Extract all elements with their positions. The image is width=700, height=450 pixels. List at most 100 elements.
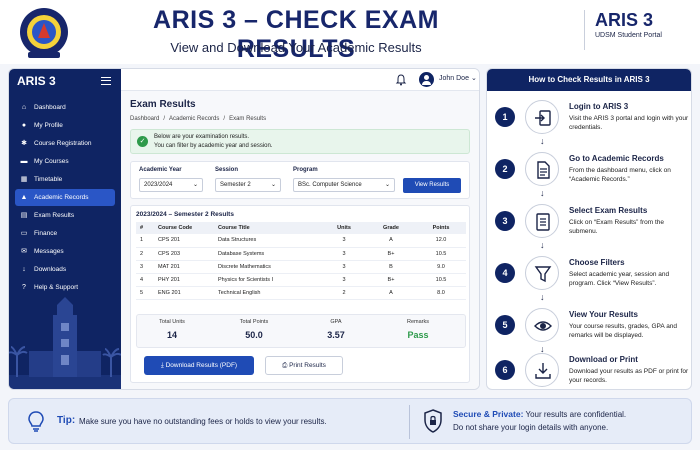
table-row: 4 PHY 201 Physics for Scientists I 3 B+ 10.5 xyxy=(136,273,466,287)
document-icon: ▤ xyxy=(20,211,28,219)
login-icon xyxy=(525,100,559,134)
column-header: Units xyxy=(322,222,366,234)
table-cell: Technical English xyxy=(214,286,322,300)
download-results-button[interactable]: ⤓ Download Results (PDF) xyxy=(144,356,254,375)
sidebar-item-label: Finance xyxy=(34,230,58,237)
sidebar-item-academic-records[interactable]: ▲ Academic Records xyxy=(15,189,115,206)
sidebar-item-dashboard[interactable]: ⌂ Dashboard xyxy=(15,99,115,116)
table-cell: 5 xyxy=(136,286,154,300)
download-icon xyxy=(525,353,559,387)
sidebar-title: ARIS 3 xyxy=(17,74,56,88)
bell-icon[interactable] xyxy=(395,74,407,86)
filter-icon xyxy=(525,256,559,290)
content-title: Exam Results xyxy=(130,99,196,110)
step-item: 3 Select Exam Results Click on “Exam Res… xyxy=(487,203,691,247)
table-cell: Data Structures xyxy=(214,234,322,248)
print-results-button[interactable]: ⎙ Print Results xyxy=(265,356,343,375)
session-select[interactable]: Semester 2 ⌄ xyxy=(215,178,281,192)
sidebar-item-exam-results[interactable]: ▤ Exam Results xyxy=(15,207,115,224)
table-cell: 1 xyxy=(136,234,154,248)
table-cell: 3 xyxy=(322,234,366,248)
summary-label: Total Units xyxy=(159,319,185,325)
summary-label: Remarks xyxy=(406,319,429,325)
table-cell: 3 xyxy=(136,260,154,274)
results-title: 2023/2024 – Semester 2 Results xyxy=(136,211,234,218)
step-title: Go to Academic Records xyxy=(569,154,664,163)
table-cell: 9.0 xyxy=(416,260,466,274)
sidebar: ARIS 3 ⌂ Dashboard ● My Profile ✱ Course Re… xyxy=(9,69,121,389)
step-number: 3 xyxy=(495,211,515,231)
table-cell: Database Systems xyxy=(214,247,322,261)
top-bar: John Doe ⌄ xyxy=(121,69,479,91)
hamburger-menu-icon[interactable] xyxy=(101,77,111,85)
step-description: Visit the ARIS 3 portal and login with y… xyxy=(569,115,689,131)
summary-remarks: Remarks Pass xyxy=(383,319,453,340)
arrow-down-icon: ↓ xyxy=(540,188,545,198)
sidebar-item-finance[interactable]: ▭ Finance xyxy=(15,225,115,242)
table-cell: A xyxy=(366,234,416,248)
sidebar-item-my-profile[interactable]: ● My Profile xyxy=(15,117,115,134)
university-logo xyxy=(20,8,68,58)
check-circle-icon: ✓ xyxy=(137,136,148,147)
step-title: View Your Results xyxy=(569,310,638,319)
brand-name: ARIS 3 xyxy=(595,10,654,30)
info-alert: ✓ Below are your examination results. Yo… xyxy=(130,129,470,154)
user-name[interactable]: John Doe xyxy=(439,75,469,82)
column-header: Course Code xyxy=(154,222,214,234)
sidebar-item-label: My Courses xyxy=(34,158,69,165)
table-cell: 3 xyxy=(322,273,366,287)
table-cell: B xyxy=(366,260,416,274)
step-number: 4 xyxy=(495,263,515,283)
table-header-row: # Course Code Course Title Units Grade P… xyxy=(136,222,466,234)
summary-total-units: Total Units 14 xyxy=(137,319,207,340)
step-number: 1 xyxy=(495,107,515,127)
tip-label: Tip: xyxy=(57,415,76,426)
avatar[interactable] xyxy=(419,72,434,87)
table-cell: 4 xyxy=(136,273,154,287)
step-title: Login to ARIS 3 xyxy=(569,102,629,111)
select-value: Semester 2 xyxy=(220,182,251,188)
user-icon: ● xyxy=(21,121,27,129)
results-card: 2023/2024 – Semester 2 Results # Course … xyxy=(130,205,470,383)
sidebar-item-my-courses[interactable]: ▬ My Courses xyxy=(15,153,115,170)
calendar-icon: ▦ xyxy=(20,175,28,183)
view-results-button[interactable]: View Results xyxy=(403,178,461,193)
results-summary: Total Units 14 Total Points 50.0 GPA 3.57 R… xyxy=(136,314,466,348)
table-cell: Physics for Scientists I xyxy=(214,273,322,287)
step-description: Click on “Exam Results” from the submenu… xyxy=(569,219,664,235)
table-cell: ENG 201 xyxy=(154,286,214,300)
table-cell: 12.0 xyxy=(416,234,466,248)
select-value: 2023/2024 xyxy=(144,182,173,188)
summary-value: 3.57 xyxy=(327,330,345,340)
sidebar-item-downloads[interactable]: ↓ Downloads xyxy=(15,261,115,278)
chevron-down-icon: ⌄ xyxy=(270,182,276,188)
sidebar-item-label: Course Registration xyxy=(34,140,92,147)
chevron-down-icon[interactable]: ⌄ xyxy=(471,74,477,82)
table-cell: 10.5 xyxy=(416,273,466,287)
step-description: From the dashboard menu, click on “Acade… xyxy=(569,167,671,183)
table-cell: 2 xyxy=(136,247,154,261)
filter-panel: Academic Year 2023/2024 ⌄ Session Semeste… xyxy=(130,161,470,199)
academic-year-select[interactable]: 2023/2024 ⌄ xyxy=(139,178,203,192)
brand-block: ARIS 3 UDSM Student Portal xyxy=(584,10,694,50)
program-select[interactable]: BSc. Computer Science ⌄ xyxy=(293,178,395,192)
step-number: 2 xyxy=(495,159,515,179)
results-table: # Course Code Course Title Units Grade P… xyxy=(136,222,466,300)
sidebar-item-course-registration[interactable]: ✱ Course Registration xyxy=(15,135,115,152)
secure-text-line2: Do not share your login details with any… xyxy=(453,423,609,432)
sidebar-nav: ⌂ Dashboard ● My Profile ✱ Course Registrat… xyxy=(15,99,115,297)
main-content: Exam Results Dashboard / Academic Records /… xyxy=(121,91,479,389)
session-label: Session xyxy=(215,167,239,173)
sidebar-item-help-support[interactable]: ? Help & Support xyxy=(15,279,115,296)
select-value: BSc. Computer Science xyxy=(298,182,362,188)
steps-panel: How to Check Results in ARIS 3 1 Login t… xyxy=(486,68,692,390)
sidebar-item-label: Timetable xyxy=(34,176,63,183)
alert-text: You can filter by academic year and sess… xyxy=(154,143,273,149)
card-icon: ▭ xyxy=(20,229,28,237)
breadcrumb-item[interactable]: Dashboard xyxy=(130,116,159,122)
table-cell: CPS 201 xyxy=(154,234,214,248)
button-label: Print Results xyxy=(289,362,326,369)
sidebar-item-messages[interactable]: ✉ Messages xyxy=(15,243,115,260)
sidebar-item-timetable[interactable]: ▦ Timetable xyxy=(15,171,115,188)
breadcrumb-item[interactable]: Academic Records xyxy=(169,116,219,122)
